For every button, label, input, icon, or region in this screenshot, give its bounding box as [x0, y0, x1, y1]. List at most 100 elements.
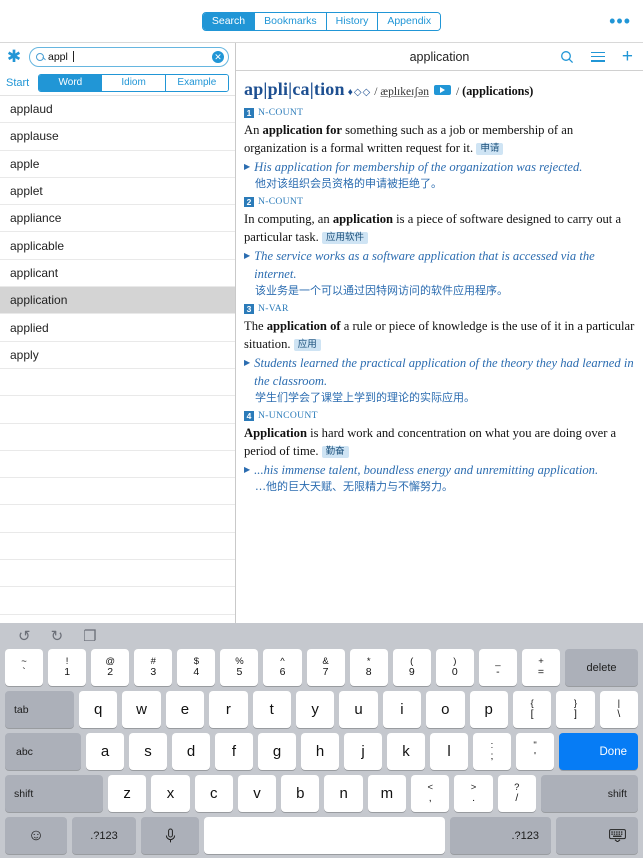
key-4[interactable]: $4 — [177, 649, 216, 686]
key-r[interactable]: r — [209, 691, 248, 728]
key-shift-right[interactable]: shift — [540, 775, 638, 812]
key-0[interactable]: ) 0 — [435, 649, 474, 686]
key-g[interactable]: g — [258, 733, 296, 770]
key-numeric-mode-left[interactable]: .?123 — [72, 817, 136, 854]
key-abc-mode[interactable]: abc — [5, 733, 81, 770]
key-k[interactable]: k — [387, 733, 425, 770]
key-tilde[interactable]: ~ ` — [5, 649, 44, 686]
list-item-empty — [0, 450, 235, 479]
paste-icon[interactable]: ❐ — [83, 629, 96, 644]
entry-header-actions: + — [560, 47, 633, 66]
key-m[interactable]: m — [367, 775, 407, 812]
key-p[interactable]: p — [469, 691, 508, 728]
plus-icon[interactable]: + — [622, 47, 633, 66]
key-tab[interactable]: tab — [5, 691, 74, 728]
key-slash[interactable]: ? / — [497, 775, 536, 812]
redo-icon[interactable]: ↻ — [51, 629, 64, 644]
list-item[interactable]: apple — [0, 150, 235, 178]
key-1[interactable]: ! 1 — [48, 649, 87, 686]
filter-example[interactable]: Example — [165, 74, 228, 91]
definition-text: In computing, an application is a piece … — [244, 210, 635, 246]
key-w[interactable]: w — [122, 691, 161, 728]
key-x[interactable]: x — [151, 775, 190, 812]
sense-number: 1 — [244, 108, 254, 118]
key-n[interactable]: n — [324, 775, 363, 812]
example-text: ...his immense talent, boundless energy … — [254, 463, 599, 478]
list-item-empty — [0, 423, 235, 451]
chinese-gloss-badge: 应用软件 — [322, 231, 369, 244]
star-asterisk-icon[interactable]: ✱ — [6, 48, 22, 65]
key-space[interactable] — [204, 817, 445, 854]
key-equals[interactable]: + = — [521, 649, 561, 686]
key-lower-label: ] — [574, 708, 577, 720]
key-s[interactable]: s — [129, 733, 167, 770]
key-done[interactable]: Done — [559, 733, 638, 770]
key-8[interactable]: * 8 — [349, 649, 388, 686]
key-9[interactable]: (9 — [392, 649, 431, 686]
audio-play-icon[interactable] — [433, 85, 451, 95]
key-b[interactable]: b — [281, 775, 320, 812]
search-icon[interactable] — [560, 50, 574, 64]
key-v[interactable]: v — [237, 775, 277, 812]
list-item[interactable]: applicable — [0, 232, 235, 260]
list-item[interactable]: applied — [0, 314, 235, 342]
start-label[interactable]: Start — [6, 77, 29, 89]
key-e[interactable]: e — [165, 691, 205, 728]
key-h[interactable]: h — [301, 733, 339, 770]
key-numeric-mode-right[interactable]: .?123 — [450, 817, 551, 854]
key-lower-label: 9 — [408, 666, 415, 678]
key-2[interactable]: @2 — [91, 649, 130, 686]
key-f[interactable]: f — [215, 733, 253, 770]
key-y[interactable]: y — [295, 691, 335, 728]
tab-appendix[interactable]: Appendix — [378, 12, 441, 30]
more-options-icon[interactable]: ••• — [609, 12, 631, 30]
key-minus[interactable]: _ - — [478, 649, 517, 686]
key-backslash[interactable]: | \ — [599, 691, 639, 728]
emoji-icon[interactable]: ☺ — [5, 817, 67, 854]
key-comma[interactable]: <, — [411, 775, 450, 812]
filter-idiom[interactable]: Idiom — [102, 74, 166, 91]
key-q[interactable]: q — [79, 691, 118, 728]
key-delete[interactable]: delete — [565, 649, 639, 686]
key-l[interactable]: l — [430, 733, 468, 770]
key-semicolon[interactable]: :; — [473, 733, 511, 770]
tab-search[interactable]: Search — [202, 12, 256, 30]
key-z[interactable]: z — [108, 775, 147, 812]
key-shift-left[interactable]: shift — [5, 775, 103, 812]
tab-bookmarks[interactable]: Bookmarks — [255, 12, 327, 30]
search-input[interactable]: appl ✕ — [29, 46, 229, 67]
key-t[interactable]: t — [252, 691, 291, 728]
key-d[interactable]: d — [172, 733, 210, 770]
key-i[interactable]: i — [382, 691, 422, 728]
list-item[interactable]: applause — [0, 123, 235, 151]
list-item[interactable]: appliance — [0, 205, 235, 233]
list-item[interactable]: applicant — [0, 259, 235, 288]
key-a[interactable]: a — [86, 733, 124, 770]
key-c[interactable]: c — [194, 775, 233, 812]
list-item[interactable]: apply — [0, 341, 235, 369]
list-item[interactable]: applet — [0, 177, 235, 206]
key-period[interactable]: >. — [454, 775, 493, 812]
key-u[interactable]: u — [339, 691, 378, 728]
list-item-selected[interactable]: application — [0, 287, 235, 315]
sense-number: 4 — [244, 411, 254, 422]
keyboard-dismiss-icon[interactable] — [556, 817, 638, 854]
part-of-speech: N-COUNT — [258, 195, 304, 207]
key-bracket-left[interactable]: {[ — [512, 691, 552, 728]
key-7[interactable]: & 7 — [306, 649, 345, 686]
key-j[interactable]: j — [344, 733, 382, 770]
hamburger-menu-icon[interactable] — [590, 51, 605, 62]
microphone-icon[interactable] — [141, 817, 199, 854]
list-item[interactable]: applaud — [0, 96, 235, 124]
key-5[interactable]: % 5 — [220, 649, 259, 686]
filter-word[interactable]: Word — [39, 74, 103, 91]
clear-search-icon[interactable]: ✕ — [212, 50, 224, 63]
word-result-list[interactable]: applaud applause apple applet appliance … — [0, 95, 235, 623]
key-quote[interactable]: " ' — [516, 733, 554, 770]
key-bracket-right[interactable]: }] — [556, 691, 595, 728]
tab-history[interactable]: History — [326, 12, 379, 30]
undo-icon[interactable]: ↺ — [18, 629, 31, 644]
key-o[interactable]: o — [426, 691, 465, 728]
key-6[interactable]: ^ 6 — [263, 649, 302, 686]
key-3[interactable]: #3 — [134, 649, 173, 686]
